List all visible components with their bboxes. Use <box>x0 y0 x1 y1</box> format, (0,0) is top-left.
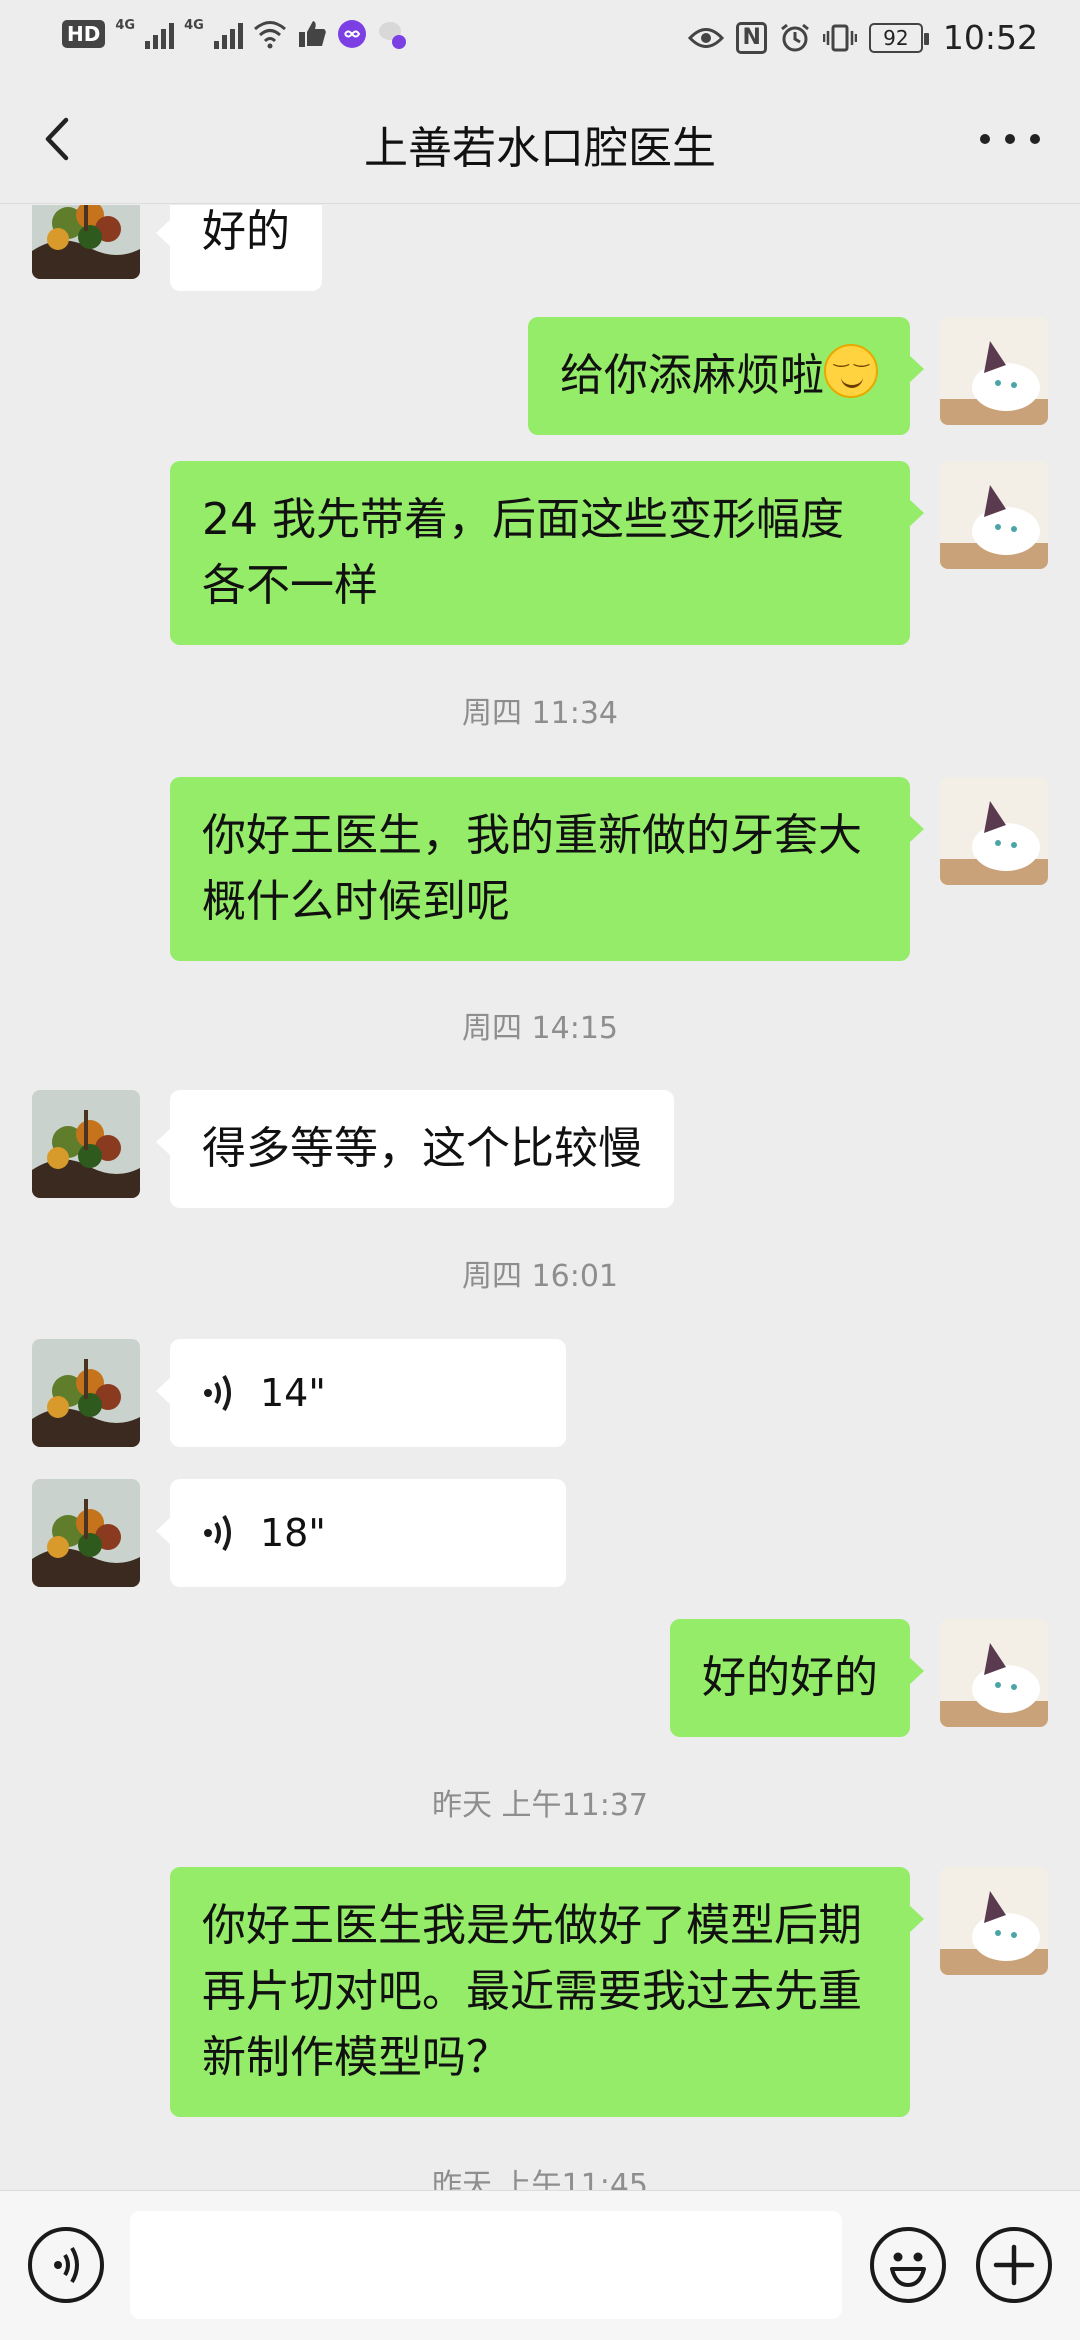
hd-badge: HD <box>62 20 106 48</box>
smile-emoji-icon <box>824 344 878 398</box>
network-type-1: 4G <box>115 18 136 33</box>
timestamp: 周四 16:01 <box>462 1259 618 1294</box>
thumbs-up-icon <box>298 21 326 47</box>
app-notification-icon <box>337 20 366 48</box>
message-bubble-outgoing[interactable]: 24 我先带着，后面这些变形幅度 各不一样 <box>170 461 924 645</box>
user-avatar[interactable] <box>940 1867 1048 1975</box>
battery-level: 92 <box>883 25 909 50</box>
message-bubble-incoming[interactable]: 得多等等，这个比较慢 <box>156 1090 674 1208</box>
chat-title: 上善若水口腔医生 <box>364 123 716 174</box>
wifi-icon <box>253 21 286 49</box>
battery-icon: 92 <box>868 22 929 53</box>
contact-avatar[interactable] <box>32 1090 140 1198</box>
message-line: 24 我先带着，后面这些变形幅度 <box>202 494 844 545</box>
alarm-icon <box>780 23 809 51</box>
voice-duration: 14" <box>260 1371 326 1415</box>
network-type-2: 4G <box>184 18 204 33</box>
message-bubble-outgoing[interactable]: 给你添麻烦啦 <box>528 317 924 435</box>
input-bar <box>0 2190 1080 2340</box>
message-bubble-outgoing[interactable]: 你好王医生，我的重新做的牙套大 概什么时候到呢 <box>170 777 924 961</box>
voice-duration: 18" <box>260 1511 326 1555</box>
message-text: 好的好的 <box>702 1652 878 1703</box>
message-bubble-incoming[interactable]: 好的 <box>156 205 322 291</box>
message-line: 你好王医生我是先做好了模型后期 <box>202 1900 862 1951</box>
voice-wave-icon <box>204 1374 231 1412</box>
eye-icon <box>688 27 725 48</box>
user-avatar[interactable] <box>940 317 1048 425</box>
contact-avatar[interactable] <box>32 205 140 279</box>
message-text: 得多等等，这个比较慢 <box>202 1123 642 1174</box>
status-right: N 92 10:52 <box>688 18 1038 57</box>
message-line: 各不一样 <box>202 560 378 611</box>
message-line: 新制作模型吗？ <box>202 2032 510 2083</box>
wechat-notification-icon <box>378 22 406 49</box>
user-avatar[interactable] <box>940 461 1048 569</box>
contact-avatar[interactable] <box>32 1339 140 1447</box>
signal-icon <box>145 19 175 49</box>
emoji-icon[interactable] <box>870 2227 946 2303</box>
nfc-icon: N <box>736 21 767 54</box>
timestamp: 周四 11:34 <box>462 696 618 731</box>
status-bar: HD 4G 4G N 92 10:52 <box>0 0 1080 76</box>
message-text: 给你添麻烦啦 <box>560 350 824 401</box>
message-line: 再片切对吧。最近需要我过去先重 <box>202 1966 862 2017</box>
timestamp: 周四 14:15 <box>462 1011 618 1046</box>
user-avatar[interactable] <box>940 777 1048 885</box>
message-line: 你好王医生，我的重新做的牙套大 <box>202 810 862 861</box>
voice-message-bubble[interactable]: 18" <box>156 1479 566 1587</box>
voice-input-icon[interactable] <box>28 2227 104 2303</box>
plus-icon[interactable] <box>976 2227 1052 2303</box>
timestamp: 昨天 上午11:37 <box>432 1788 648 1823</box>
message-bubble-outgoing[interactable]: 你好王医生我是先做好了模型后期 再片切对吧。最近需要我过去先重 新制作模型吗？ <box>170 1867 924 2117</box>
chat-header: 上善若水口腔医生 <box>0 76 1080 204</box>
voice-message-bubble[interactable]: 14" <box>156 1339 566 1447</box>
message-list[interactable]: 好的 给你添麻烦啦 24 我先带着，后面这些变形幅度 各不一样 周四 11:34… <box>0 205 1080 2205</box>
vibrate-icon <box>822 24 857 51</box>
message-bubble-outgoing[interactable]: 好的好的 <box>670 1619 924 1737</box>
more-icon[interactable] <box>980 116 1040 162</box>
message-text: 好的 <box>202 206 290 257</box>
message-line: 概什么时候到呢 <box>202 876 510 927</box>
message-input[interactable] <box>130 2211 842 2319</box>
clock: 10:52 <box>942 18 1038 57</box>
contact-avatar[interactable] <box>32 1479 140 1587</box>
status-left: HD 4G 4G <box>62 18 409 50</box>
signal-icon-2 <box>213 19 243 49</box>
voice-wave-icon <box>204 1514 231 1552</box>
user-avatar[interactable] <box>940 1619 1048 1727</box>
